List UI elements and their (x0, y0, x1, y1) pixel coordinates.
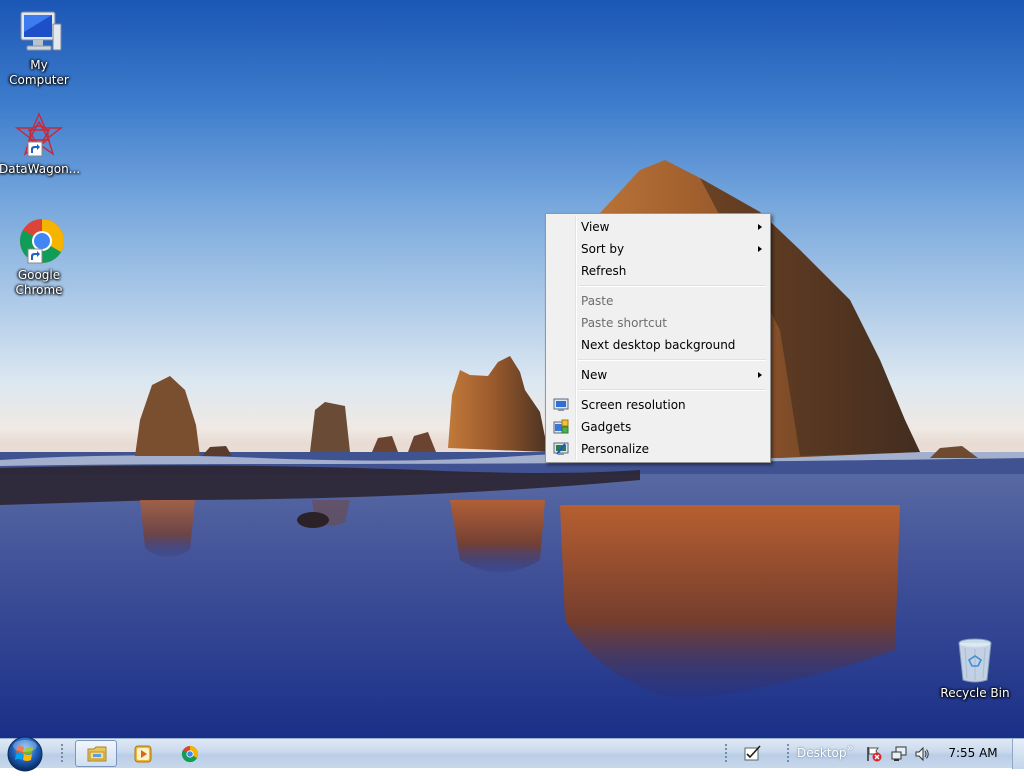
network-icon (891, 746, 907, 761)
menu-item-label: Sort by (581, 242, 625, 256)
submenu-arrow-icon (758, 224, 762, 230)
menu-item-view[interactable]: View (548, 216, 768, 238)
windows-start-orb-icon (7, 736, 43, 772)
tray-note-icon-button[interactable] (744, 745, 762, 764)
submenu-arrow-icon (758, 246, 762, 252)
gadgets-icon (553, 419, 569, 434)
menu-item-new[interactable]: New (548, 364, 768, 386)
chrome-icon (20, 219, 63, 264)
desktop-icon-label: DataWagon... (0, 162, 81, 176)
menu-item-label: Personalize (581, 442, 650, 456)
shortcut-arrow-icon (27, 248, 43, 264)
menu-item-label: Paste (581, 294, 614, 308)
submenu-arrow-icon (758, 372, 762, 378)
menu-item-paste-shortcut[interactable]: Paste shortcut (548, 312, 768, 334)
desktop-toolbar-label[interactable]: Desktop (797, 739, 847, 769)
menu-item-label: Screen resolution (581, 398, 686, 412)
taskbar-clock[interactable]: 7:55 AM (940, 739, 1006, 769)
media-player-icon (134, 745, 152, 763)
menu-item-label: New (581, 368, 608, 382)
desktop-context-menu: View Sort by Refresh Paste Paste shortcu… (545, 213, 771, 463)
taskbar-grip[interactable] (60, 743, 64, 763)
desktop-icon-label: Google Chrome (15, 268, 63, 297)
shortcut-arrow-icon (27, 141, 43, 157)
my-computer-icon (20, 11, 62, 51)
desktop-icon-label: Recycle Bin (940, 686, 1010, 700)
desktop[interactable]: My Computer DataWagon... Google Chrome R… (0, 0, 1024, 738)
screen-resolution-icon (553, 398, 569, 411)
desktop-icon-recycle-bin[interactable]: Recycle Bin (935, 636, 1015, 701)
menu-item-refresh[interactable]: Refresh (548, 260, 768, 282)
sticky-note-icon (744, 745, 761, 761)
windows-explorer-icon (87, 746, 107, 762)
volume-icon (915, 746, 929, 762)
desktop-icon-datawagon[interactable]: DataWagon... (0, 112, 81, 177)
menu-item-label: Gadgets (581, 420, 632, 434)
menu-separator (578, 285, 766, 287)
action-center-icon (867, 747, 882, 762)
taskbar-grip[interactable] (724, 743, 728, 763)
menu-item-label: Refresh (581, 264, 627, 278)
tray-volume[interactable] (914, 746, 930, 765)
start-button[interactable] (6, 735, 44, 773)
tray-network[interactable] (891, 746, 907, 765)
menu-separator (578, 359, 766, 361)
desktop-icon-my-computer[interactable]: My Computer (0, 8, 79, 88)
taskbar-media-player[interactable] (134, 745, 152, 766)
menu-item-sort-by[interactable]: Sort by (548, 238, 768, 260)
menu-item-screen-resolution[interactable]: Screen resolution (548, 394, 768, 416)
menu-item-label: Next desktop background (581, 338, 736, 352)
menu-item-gadgets[interactable]: Gadgets (548, 416, 768, 438)
desktop-icon-google-chrome[interactable]: Google Chrome (0, 218, 79, 298)
datawagon-icon (15, 112, 63, 157)
desktop-icon-label: My Computer (9, 58, 69, 87)
tray-action-center[interactable] (866, 746, 882, 765)
menu-item-personalize[interactable]: Personalize (548, 438, 768, 460)
taskbar-google-chrome[interactable] (181, 745, 199, 766)
recycle-bin-icon (958, 638, 992, 683)
menu-item-label: Paste shortcut (581, 316, 667, 330)
menu-item-paste[interactable]: Paste (548, 290, 768, 312)
wallpaper-landscape (0, 160, 1024, 738)
menu-item-label: View (581, 220, 610, 234)
show-desktop-button[interactable] (1012, 739, 1024, 769)
taskbar-grip[interactable] (786, 743, 790, 763)
toolbar-chevron-icon[interactable]: » (847, 741, 854, 754)
menu-item-next-desktop-background[interactable]: Next desktop background (548, 334, 768, 356)
menu-separator (578, 389, 766, 391)
taskbar: Desktop » 7:55 AM (0, 736, 1024, 772)
personalize-icon (553, 442, 569, 455)
chrome-icon (181, 746, 199, 763)
taskbar-windows-explorer[interactable] (75, 740, 117, 767)
